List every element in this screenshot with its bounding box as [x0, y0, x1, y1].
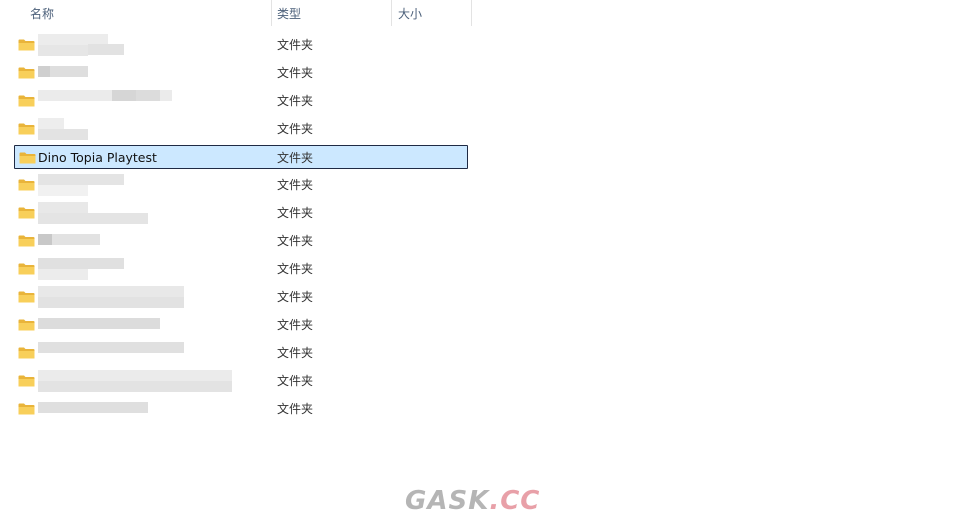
blur-block: [38, 402, 148, 413]
blur-block: [38, 213, 148, 224]
blur-block: [136, 90, 160, 101]
column-header-type[interactable]: 类型: [277, 0, 387, 26]
folder-icon: [18, 319, 35, 331]
list-item[interactable]: 文件夹: [14, 257, 468, 281]
blur-block: [38, 129, 88, 140]
file-type: 文件夹: [277, 178, 314, 192]
folder-icon: [18, 375, 35, 387]
file-type: 文件夹: [277, 262, 314, 276]
list-item[interactable]: 文件夹: [14, 201, 468, 225]
file-type: 文件夹: [277, 234, 314, 248]
list-item[interactable]: 文件夹: [14, 117, 468, 141]
blur-block: [38, 342, 184, 353]
blur-block: [88, 44, 124, 55]
folder-icon: [18, 179, 35, 191]
list-item[interactable]: Dino Topia Playtest 文件夹: [14, 145, 468, 169]
file-type: 文件夹: [277, 402, 314, 416]
list-item[interactable]: 文件夹: [14, 341, 468, 365]
list-item[interactable]: 文件夹: [14, 285, 468, 309]
file-name: Dino Topia Playtest: [38, 150, 157, 165]
column-header-size[interactable]: 大小: [398, 0, 468, 26]
blur-block: [112, 90, 136, 101]
file-type: 文件夹: [277, 346, 314, 360]
folder-icon: [18, 95, 35, 107]
list-item[interactable]: 文件夹: [14, 313, 468, 337]
blur-block: [38, 318, 160, 329]
folder-icon: [18, 291, 35, 303]
file-type: 文件夹: [277, 94, 314, 108]
file-type: 文件夹: [277, 151, 314, 165]
blur-block: [38, 45, 88, 56]
blur-block: [38, 174, 124, 185]
watermark-logo: GASK.CC: [405, 486, 541, 516]
blur-block: [38, 370, 232, 381]
blur-block: [38, 297, 184, 308]
list-item[interactable]: 文件夹: [14, 229, 468, 253]
list-item[interactable]: 文件夹: [14, 173, 468, 197]
file-type: 文件夹: [277, 290, 314, 304]
blur-block: [38, 185, 88, 196]
blur-block: [38, 381, 232, 392]
blur-block: [38, 234, 52, 245]
list-item[interactable]: 文件夹: [14, 61, 468, 85]
list-item[interactable]: 文件夹: [14, 89, 468, 113]
column-divider[interactable]: [271, 0, 272, 26]
list-item[interactable]: 文件夹: [14, 33, 468, 57]
blur-block: [38, 118, 64, 129]
file-type: 文件夹: [277, 66, 314, 80]
blur-block: [38, 286, 184, 297]
folder-icon: [18, 39, 35, 51]
folder-icon: [18, 123, 35, 135]
blur-block: [38, 202, 88, 213]
folder-icon: [18, 67, 35, 79]
folder-icon: [18, 403, 35, 415]
blur-block: [38, 258, 124, 269]
list-item[interactable]: 文件夹: [14, 397, 468, 421]
blur-block: [38, 66, 50, 77]
column-divider[interactable]: [391, 0, 392, 26]
file-type: 文件夹: [277, 122, 314, 136]
file-type: 文件夹: [277, 318, 314, 332]
folder-icon: [18, 347, 35, 359]
column-header: ^ 名称 类型 大小: [0, 0, 472, 26]
column-header-name[interactable]: 名称: [30, 0, 270, 26]
folder-icon: [18, 207, 35, 219]
column-divider[interactable]: [471, 0, 472, 26]
folder-icon: [18, 263, 35, 275]
file-type: 文件夹: [277, 374, 314, 388]
file-type: 文件夹: [277, 38, 314, 52]
file-type: 文件夹: [277, 206, 314, 220]
folder-icon: [18, 235, 35, 247]
blur-block: [38, 269, 88, 280]
folder-icon: [19, 152, 36, 164]
list-item[interactable]: 文件夹: [14, 369, 468, 393]
